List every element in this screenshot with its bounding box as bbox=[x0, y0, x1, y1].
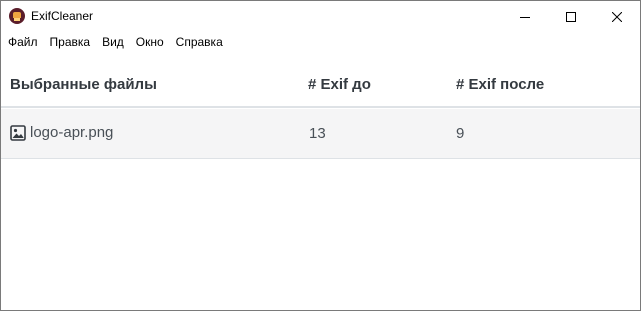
window-title: ExifCleaner bbox=[31, 9, 94, 23]
table-row[interactable]: logo-apr.png 13 9 bbox=[1, 109, 640, 159]
title-bar[interactable]: ExifCleaner bbox=[1, 1, 640, 32]
menu-file[interactable]: Файл bbox=[1, 32, 44, 52]
menu-edit[interactable]: Правка bbox=[44, 32, 97, 52]
minimize-button[interactable] bbox=[502, 1, 548, 32]
exif-before-count: 13 bbox=[309, 125, 326, 142]
exifcleaner-logo-icon bbox=[9, 8, 25, 24]
close-button[interactable] bbox=[594, 1, 640, 32]
menu-help[interactable]: Справка bbox=[170, 32, 229, 52]
table-header: Выбранные файлы # Exif до # Exif после bbox=[1, 60, 640, 108]
file-name: logo-apr.png bbox=[30, 124, 114, 141]
file-cell: logo-apr.png bbox=[10, 124, 113, 141]
maximize-icon bbox=[566, 11, 576, 22]
close-icon bbox=[612, 11, 622, 22]
header-selected-files: Выбранные файлы bbox=[10, 76, 157, 93]
app-window: ExifCleaner Файл Правка Вид Окно Справка… bbox=[0, 0, 641, 311]
image-file-icon bbox=[10, 124, 26, 141]
menu-bar: Файл Правка Вид Окно Справка bbox=[1, 32, 640, 52]
menu-view[interactable]: Вид bbox=[96, 32, 130, 52]
exif-after-count: 9 bbox=[456, 125, 465, 142]
menu-window[interactable]: Окно bbox=[130, 32, 170, 52]
minimize-icon bbox=[520, 16, 530, 18]
maximize-button[interactable] bbox=[548, 1, 594, 32]
header-exif-after: # Exif после bbox=[456, 76, 545, 93]
header-exif-before: # Exif до bbox=[308, 76, 371, 93]
